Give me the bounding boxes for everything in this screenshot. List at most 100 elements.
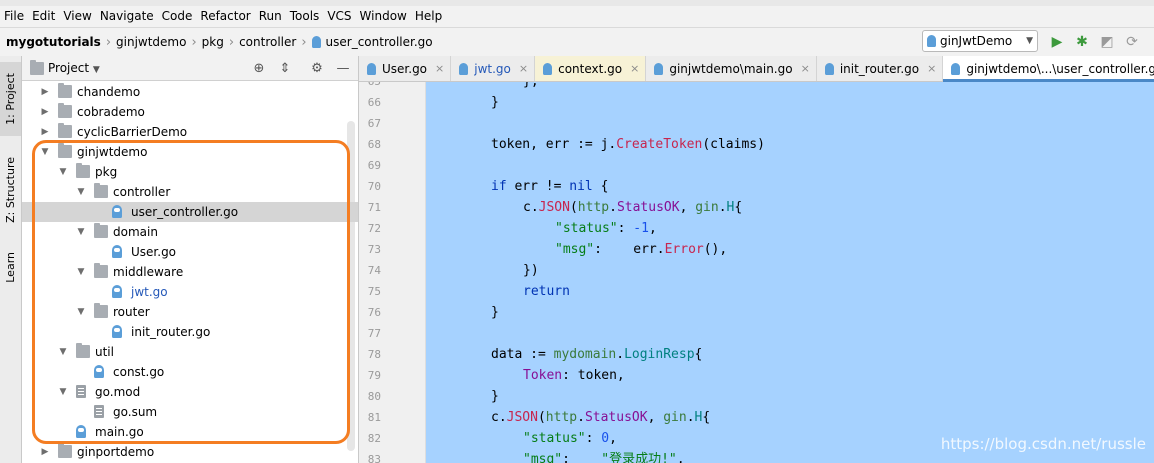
- tree-item-label: cyclicBarrierDemo: [77, 125, 188, 139]
- editor-tab[interactable]: ginjwtdemo\...\user_controller.go×: [943, 56, 1154, 82]
- line-number: 71: [367, 201, 381, 214]
- mod-file-icon: [94, 405, 104, 418]
- menu-item-vcs[interactable]: VCS: [323, 6, 355, 26]
- tree-item[interactable]: init_router.go: [22, 322, 358, 342]
- line-number: 68: [367, 138, 381, 151]
- code-line: }: [491, 386, 499, 407]
- tree-item[interactable]: ▶ cyclicBarrierDemo: [22, 122, 358, 142]
- code-token: }: [523, 82, 531, 89]
- close-icon[interactable]: ×: [435, 62, 444, 75]
- expand-arrow-down-icon[interactable]: ▼: [76, 182, 86, 202]
- editor-tab-label: context.go: [558, 61, 623, 76]
- project-panel-title[interactable]: Project ▼: [48, 56, 100, 82]
- code-editor[interactable]: https://blog.csdn.net/russle },} token, e…: [426, 82, 1154, 463]
- expand-arrow-down-icon[interactable]: ▼: [58, 342, 68, 362]
- code-token: "status": [555, 221, 618, 236]
- code-token: :: [585, 431, 602, 446]
- editor-tab[interactable]: context.go ×: [535, 56, 647, 81]
- tree-item[interactable]: ▶ chandemo: [22, 82, 358, 102]
- coverage-icon[interactable]: ◩: [1098, 33, 1116, 51]
- code-token: .: [577, 410, 585, 425]
- tree-item[interactable]: user_controller.go: [22, 202, 358, 222]
- project-panel: Project ▼ ⊕ ⇕ ⚙ — ▶ chandemo ▶ cobrademo ▶ cy…: [22, 56, 359, 463]
- tree-item[interactable]: go.sum: [22, 402, 358, 422]
- menu-item-file[interactable]: File: [0, 6, 28, 26]
- go-file-icon: [112, 205, 122, 218]
- menu-item-window[interactable]: Window: [356, 6, 411, 26]
- tree-item[interactable]: const.go: [22, 362, 358, 382]
- expand-arrow-down-icon[interactable]: ▼: [58, 162, 68, 182]
- expand-arrow-down-icon[interactable]: ▼: [76, 222, 86, 242]
- menu-item-refactor[interactable]: Refactor: [196, 6, 254, 26]
- menu-item-tools[interactable]: Tools: [286, 6, 324, 26]
- code-line: return: [523, 281, 570, 302]
- project-tree: ▶ chandemo ▶ cobrademo ▶ cyclicBarrierDemo ▼ gi…: [22, 81, 358, 463]
- line-number: 83: [367, 453, 381, 463]
- tree-item[interactable]: jwt.go: [22, 282, 358, 302]
- code-token: (: [537, 410, 546, 425]
- expand-arrow-down-icon[interactable]: ▼: [76, 262, 86, 282]
- breadcrumb-item[interactable]: pkg: [202, 35, 224, 49]
- tree-item[interactable]: ▼ controller: [22, 182, 358, 202]
- expand-arrow-right-icon[interactable]: ▶: [40, 102, 50, 122]
- tab-project[interactable]: 1: Project: [0, 62, 21, 136]
- expand-arrow-down-icon[interactable]: ▼: [40, 142, 50, 162]
- run-icon[interactable]: ▶: [1048, 33, 1066, 51]
- run-config-select[interactable]: ginJwtDemo ▼: [922, 30, 1038, 52]
- hide-icon[interactable]: —: [334, 59, 352, 77]
- profile-icon[interactable]: ⟳: [1123, 33, 1141, 51]
- expand-arrow-right-icon[interactable]: ▶: [40, 442, 50, 462]
- tab-structure[interactable]: Z: Structure: [0, 148, 21, 232]
- breadcrumb-item[interactable]: ginjwtdemo: [116, 35, 186, 49]
- code-token: }: [491, 305, 499, 320]
- close-icon[interactable]: ×: [519, 62, 528, 75]
- menu-item-edit[interactable]: Edit: [28, 6, 59, 26]
- go-file-icon: [459, 62, 469, 75]
- editor-tab[interactable]: ginjwtdemo\main.go ×: [646, 56, 817, 81]
- code-line: token, err := j.CreateToken(claims): [491, 134, 765, 155]
- line-number: 67: [367, 117, 381, 130]
- tree-item[interactable]: ▶ cobrademo: [22, 102, 358, 122]
- code-token: StatusOK: [616, 200, 680, 215]
- menu-item-run[interactable]: Run: [255, 6, 286, 26]
- close-icon[interactable]: ×: [801, 62, 810, 75]
- tree-item[interactable]: User.go: [22, 242, 358, 262]
- editor-tab[interactable]: jwt.go ×: [451, 56, 536, 81]
- close-icon[interactable]: ×: [630, 62, 639, 75]
- breadcrumb-item[interactable]: mygotutorials: [6, 35, 101, 49]
- menu-item-view[interactable]: View: [59, 6, 95, 26]
- line-number: 74: [367, 264, 381, 277]
- tree-item[interactable]: ▼ domain: [22, 222, 358, 242]
- folder-icon: [94, 303, 108, 318]
- close-icon[interactable]: ×: [927, 62, 936, 75]
- tree-item[interactable]: ▼ router: [22, 302, 358, 322]
- locate-icon[interactable]: ⊕: [250, 59, 268, 77]
- debug-icon[interactable]: ✱: [1073, 33, 1091, 51]
- tree-item[interactable]: ▼ ginjwtdemo: [22, 142, 358, 162]
- collapse-all-icon[interactable]: ⇕: [276, 59, 294, 77]
- code-token: : err.: [594, 242, 665, 257]
- code-line: "status": 0,: [523, 428, 617, 449]
- expand-arrow-right-icon[interactable]: ▶: [40, 82, 50, 102]
- tree-item[interactable]: ▼ go.mod: [22, 382, 358, 402]
- tree-item[interactable]: ▶ ginportdemo: [22, 442, 358, 462]
- tree-item[interactable]: ▼ pkg: [22, 162, 358, 182]
- expand-arrow-down-icon[interactable]: ▼: [58, 382, 68, 402]
- menu-item-navigate[interactable]: Navigate: [96, 6, 158, 26]
- expand-arrow-right-icon[interactable]: ▶: [40, 122, 50, 142]
- breadcrumb-item[interactable]: controller: [239, 35, 296, 49]
- expand-arrow-down-icon[interactable]: ▼: [76, 302, 86, 322]
- editor-tab[interactable]: init_router.go ×: [817, 56, 944, 81]
- code-token: (claims): [702, 137, 765, 152]
- gear-icon[interactable]: ⚙: [308, 59, 326, 77]
- editor-tab[interactable]: User.go ×: [359, 56, 452, 81]
- tree-item[interactable]: ▼ middleware: [22, 262, 358, 282]
- tab-learn[interactable]: Learn: [0, 242, 21, 292]
- tree-item[interactable]: ▼ util: [22, 342, 358, 362]
- breadcrumb-item[interactable]: user_controller.go: [326, 35, 433, 49]
- go-file-icon: [927, 35, 936, 47]
- tree-item[interactable]: main.go: [22, 422, 358, 442]
- menu-item-code[interactable]: Code: [158, 6, 197, 26]
- menu-item-help[interactable]: Help: [411, 6, 446, 26]
- go-file-icon: [367, 62, 376, 75]
